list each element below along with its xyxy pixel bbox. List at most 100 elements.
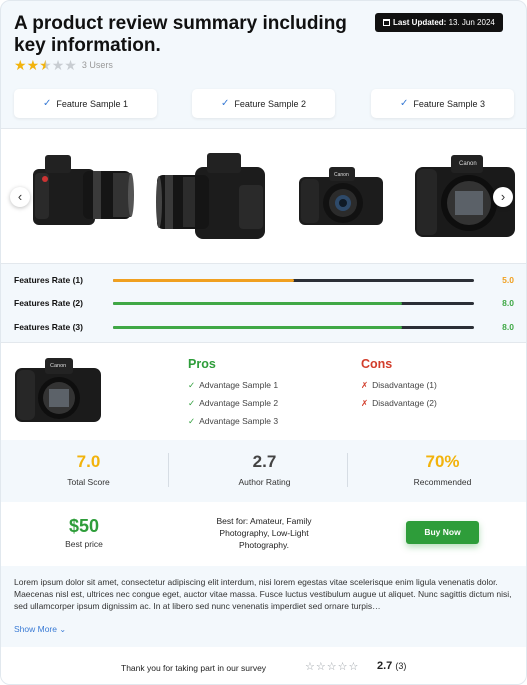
page-title: A product review summary including key i… [14,13,347,56]
x-icon: ✗ [361,380,369,390]
feature-rate-value: 5.0 [502,275,514,285]
chevron-right-icon: › [500,189,506,204]
calendar-icon [383,19,390,26]
star-icon: ★ [51,57,65,73]
svg-text:Canon: Canon [459,161,477,167]
buy-now-button[interactable]: Buy Now [406,521,479,544]
total-score: 7.0 Total Score [1,452,176,487]
pros-item-label: Advantage Sample 2 [199,398,279,408]
cons-item: ✗ Disadvantage (1) [361,379,437,391]
divider [168,453,169,487]
chevron-down-icon: ⌄ [59,625,67,634]
last-updated-date: 13. Jun 2024 [448,18,495,27]
pros-heading: Pros [188,357,216,371]
chevron-left-icon: ‹ [17,189,23,204]
camera-image [156,153,265,239]
survey-average-value: 2.7 [377,660,393,672]
author-rating: 2.7 Author Rating [177,452,352,487]
divider [1,128,526,129]
survey-average: 2.7 (3) [377,660,406,673]
feature-rate-fill [113,302,402,305]
header-rating: ★ ★ ★ ★ ★ 3 Users [14,58,113,72]
pros-item-label: Advantage Sample 3 [199,416,279,426]
feature-rate-bar [113,302,474,305]
cons-item-label: Disadvantage (2) [372,398,437,408]
description-text: Lorem ipsum dolor sit amet, consectetur … [14,577,512,611]
feature-rate-bar [113,279,474,282]
score-label: Recommended [413,477,472,487]
feature-label: Feature Sample 3 [413,98,485,109]
pros-item-label: Advantage Sample 1 [199,380,279,390]
review-card: A product review summary including key i… [0,0,527,685]
rating-stars: ★ ★ ★ ★ ★ [14,58,77,72]
feature-pill: ✓ Feature Sample 1 [14,89,157,118]
feature-rate-value: 8.0 [502,298,514,308]
check-icon: ✓ [43,98,52,109]
feature-pill: ✓ Feature Sample 2 [192,89,335,118]
best-for-text: Best for: Amateur, Family Photography, L… [216,516,312,550]
users-count: 3 Users [81,60,113,70]
divider [1,263,526,264]
show-more-label: Show More [14,624,57,634]
feature-rate-label: Features Rate (1) [14,275,83,285]
score-value: 70% [425,452,460,471]
feature-rate: Features Rate (1) 5.0 [14,274,514,286]
star-icon: ★ [26,57,40,73]
gallery-prev-button[interactable]: ‹ [10,187,30,207]
camera-image [33,155,134,225]
score-label: Total Score [67,477,110,487]
cons-heading: Cons [361,357,393,371]
star-icon[interactable]: ☆ [316,661,326,673]
star-icon[interactable]: ☆ [327,661,337,673]
gallery-next-button[interactable]: › [493,187,513,207]
check-icon: ✓ [400,98,409,109]
show-more-link[interactable]: Show More ⌄ [14,624,66,634]
star-icon[interactable]: ☆ [349,661,359,673]
price-label: Best price [65,539,103,549]
feature-rate-label: Features Rate (3) [14,322,83,332]
price-value: $50 [68,516,100,536]
divider [347,453,348,487]
score-value: 7.0 [76,452,101,471]
divider [1,342,526,343]
best-price: $50 Best price [53,516,115,549]
product-gallery[interactable]: Canon Canon [1,129,526,263]
check-icon: ✓ [188,398,196,408]
star-icon: ★ [39,57,52,73]
feature-label: Feature Sample 1 [56,98,128,109]
x-icon: ✗ [361,398,369,408]
feature-rate-fill [113,279,294,282]
cons-item-label: Disadvantage (1) [372,380,437,390]
score-value: 2.7 [252,452,277,471]
product-thumbnail: Canon [15,358,101,422]
survey-text: Thank you for taking part in our survey [121,663,267,673]
feature-rate-bar [113,326,474,329]
survey-stars[interactable]: ☆ ☆ ☆ ☆ ☆ [305,661,359,673]
feature-rate: Features Rate (3) 8.0 [14,321,514,333]
recommended-score: 70% Recommended [355,452,526,487]
svg-text:Canon: Canon [334,172,349,178]
feature-rate-fill [113,326,402,329]
last-updated-label: Last Updated: [393,18,447,27]
feature-rate-label: Features Rate (2) [14,298,83,308]
check-icon: ✓ [188,416,196,426]
star-icon: ★ [64,57,77,73]
pros-item: ✓ Advantage Sample 1 [188,379,278,391]
last-updated-badge: Last Updated: 13. Jun 2024 [375,13,503,32]
star-icon[interactable]: ☆ [305,661,315,673]
feature-label: Feature Sample 2 [234,98,306,109]
survey-count: (3) [395,661,407,671]
camera-image: Canon [299,167,383,225]
star-icon: ★ [14,57,27,73]
svg-text:Canon: Canon [50,363,66,369]
feature-pill: ✓ Feature Sample 3 [371,89,514,118]
cons-item: ✗ Disadvantage (2) [361,397,437,409]
pros-item: ✓ Advantage Sample 2 [188,397,278,409]
feature-rate: Features Rate (2) 8.0 [14,297,514,309]
check-icon: ✓ [188,380,196,390]
feature-rate-value: 8.0 [502,322,514,332]
pros-item: ✓ Advantage Sample 3 [188,415,278,427]
star-icon[interactable]: ☆ [338,661,348,673]
score-label: Author Rating [238,477,291,487]
check-icon: ✓ [221,98,230,109]
